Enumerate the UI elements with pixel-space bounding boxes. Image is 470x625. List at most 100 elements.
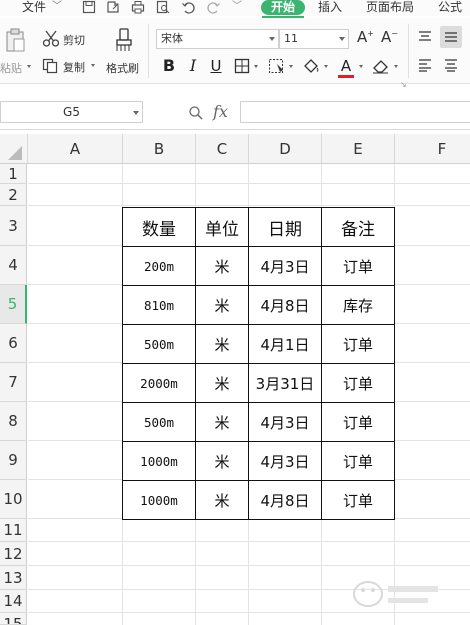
fill-color-dropdown-icon[interactable] — [324, 65, 328, 68]
row-header-14[interactable]: 14 — [0, 590, 27, 613]
zoom-icon[interactable] — [188, 105, 204, 121]
clear-dropdown-icon[interactable] — [394, 65, 398, 68]
print-preview-icon[interactable] — [156, 0, 170, 14]
table-cell[interactable]: 1000m — [122, 480, 196, 520]
align-middle-button[interactable] — [440, 26, 462, 48]
column-header-b[interactable]: B — [123, 134, 196, 164]
copy-label[interactable]: 复制 — [63, 59, 85, 75]
tab-page-layout[interactable]: 页面布局 — [366, 0, 414, 14]
table-cell[interactable]: 米 — [195, 480, 249, 520]
table-cell[interactable]: 米 — [195, 441, 249, 481]
format-painter-icon[interactable] — [114, 28, 134, 52]
table-cell[interactable]: 库存 — [321, 285, 395, 325]
bold-button[interactable]: B — [160, 56, 178, 76]
table-cell[interactable]: 4月8日 — [248, 285, 322, 325]
table-cell[interactable]: 米 — [195, 402, 249, 442]
table-cell[interactable]: 订单 — [321, 480, 395, 520]
borders-icon[interactable] — [234, 58, 250, 74]
function-icon[interactable]: fx — [213, 102, 228, 121]
decrease-font-size-button[interactable]: A− — [381, 28, 398, 46]
column-header-d[interactable]: D — [249, 134, 322, 164]
format-painter-label[interactable]: 格式刷 — [106, 60, 139, 76]
row-header-6[interactable]: 6 — [0, 324, 27, 363]
table-cell[interactable]: 订单 — [321, 246, 395, 286]
chevron-down-icon[interactable]: ﹀ — [52, 0, 62, 14]
name-box[interactable]: G5 — [0, 101, 143, 123]
table-header-cell[interactable]: 日期 — [248, 207, 322, 247]
table-cell[interactable]: 4月8日 — [248, 480, 322, 520]
column-header-f[interactable]: F — [395, 134, 470, 164]
row-header-4[interactable]: 4 — [0, 246, 27, 285]
row-header-7[interactable]: 7 — [0, 363, 27, 402]
font-dialog-launcher-icon[interactable]: ↘ — [400, 80, 407, 89]
table-cell[interactable]: 4月1日 — [248, 324, 322, 364]
table-cell[interactable]: 200m — [122, 246, 196, 286]
tab-formulas[interactable]: 公式 — [438, 0, 462, 14]
row-header-1[interactable]: 1 — [0, 164, 27, 184]
align-center-icon[interactable] — [444, 58, 458, 72]
column-header-e[interactable]: E — [322, 134, 395, 164]
row-header-3[interactable]: 3 — [0, 206, 27, 246]
table-cell[interactable]: 1000m — [122, 441, 196, 481]
italic-button[interactable]: I — [184, 56, 202, 76]
fill-color-icon[interactable] — [302, 58, 320, 74]
table-cell[interactable]: 米 — [195, 285, 249, 325]
font-name-select[interactable]: 宋体 — [156, 29, 279, 49]
table-cell[interactable]: 4月3日 — [248, 246, 322, 286]
redo-icon[interactable] — [207, 0, 221, 14]
row-header-12[interactable]: 12 — [0, 542, 27, 566]
row-header-5[interactable]: 5 — [0, 285, 27, 324]
table-header-cell[interactable]: 数量 — [122, 207, 196, 247]
table-cell[interactable]: 米 — [195, 324, 249, 364]
row-header-15[interactable]: 15 — [0, 613, 27, 625]
table-cell[interactable]: 4月3日 — [248, 441, 322, 481]
copy-dropdown-icon[interactable] — [91, 64, 95, 67]
select-all-corner[interactable] — [0, 134, 28, 164]
menu-file[interactable]: 文件 — [22, 0, 46, 14]
row-header-2[interactable]: 2 — [0, 184, 27, 206]
eraser-icon[interactable] — [372, 58, 390, 74]
increase-font-size-button[interactable]: A+ — [357, 28, 374, 46]
export-icon[interactable] — [106, 0, 120, 14]
tab-start[interactable]: 开始 — [261, 0, 305, 15]
customize-quick-access-icon[interactable]: ﹀ — [232, 0, 242, 14]
table-cell[interactable]: 810m — [122, 285, 196, 325]
table-cell[interactable]: 订单 — [321, 402, 395, 442]
row-header-8[interactable]: 8 — [0, 402, 27, 441]
paste-dropdown-icon[interactable] — [27, 65, 31, 68]
table-cell[interactable]: 米 — [195, 246, 249, 286]
table-cell[interactable]: 米 — [195, 363, 249, 403]
spreadsheet-grid[interactable]: A B C D E F 1 2 3 4 5 6 7 8 9 10 11 12 1… — [0, 130, 470, 625]
font-color-icon[interactable]: A — [338, 56, 354, 76]
cell-style-icon[interactable] — [268, 58, 286, 74]
paste-label[interactable]: 粘贴 — [0, 60, 22, 76]
font-color-dropdown-icon[interactable] — [359, 65, 363, 68]
table-cell[interactable]: 订单 — [321, 363, 395, 403]
formula-input[interactable] — [240, 101, 470, 123]
table-cell[interactable]: 3月31日 — [248, 363, 322, 403]
font-size-select[interactable]: 11 — [279, 29, 349, 49]
table-cell[interactable]: 订单 — [321, 441, 395, 481]
underline-button[interactable]: U — [207, 56, 225, 76]
row-header-13[interactable]: 13 — [0, 566, 27, 590]
table-header-cell[interactable]: 备注 — [321, 207, 395, 247]
table-cell[interactable]: 500m — [122, 324, 196, 364]
table-cell[interactable]: 500m — [122, 402, 196, 442]
table-cell[interactable]: 4月3日 — [248, 402, 322, 442]
paste-icon[interactable] — [4, 28, 26, 52]
print-icon[interactable] — [131, 0, 145, 14]
cell-style-dropdown-icon[interactable] — [289, 65, 293, 68]
align-top-icon[interactable] — [418, 30, 432, 44]
tab-insert[interactable]: 插入 — [318, 0, 342, 14]
row-header-11[interactable]: 11 — [0, 519, 27, 542]
table-header-cell[interactable]: 单位 — [195, 207, 249, 247]
align-left-icon[interactable] — [418, 58, 432, 72]
save-icon[interactable] — [82, 0, 96, 14]
table-cell[interactable]: 2000m — [122, 363, 196, 403]
row-header-9[interactable]: 9 — [0, 441, 27, 480]
scissors-icon[interactable] — [42, 30, 60, 48]
borders-dropdown-icon[interactable] — [254, 65, 258, 68]
column-header-a[interactable]: A — [28, 134, 123, 164]
undo-icon[interactable] — [181, 0, 195, 14]
copy-icon[interactable] — [42, 58, 58, 74]
